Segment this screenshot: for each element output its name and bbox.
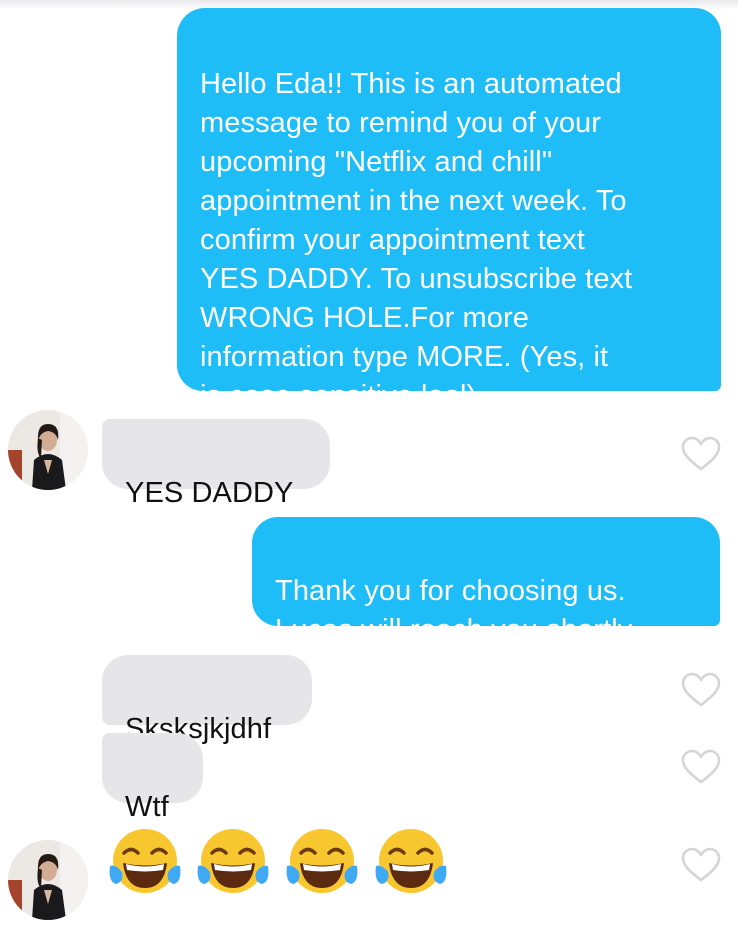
- incoming-message-bubble[interactable]: YES DADDY: [102, 419, 330, 509]
- message-text: Thank you for choosing us. Lucas will re…: [275, 575, 639, 646]
- outgoing-message-bubble[interactable]: Thank you for choosing us. Lucas will re…: [252, 517, 720, 646]
- face-with-tears-of-joy-emoji: [375, 829, 447, 893]
- message-text: YES DADDY: [125, 477, 294, 509]
- incoming-message-bubble[interactable]: Sksksjkjdhf: [102, 655, 312, 745]
- face-with-tears-of-joy-emoji: [109, 829, 181, 893]
- contact-avatar[interactable]: [8, 840, 88, 920]
- face-with-tears-of-joy-emoji: [197, 829, 269, 893]
- incoming-message-bubble[interactable]: Wtf: [102, 733, 203, 823]
- face-with-tears-of-joy-emoji: [286, 829, 358, 893]
- message-text: Hello Eda!! This is an automated message…: [200, 68, 633, 412]
- outgoing-message-bubble[interactable]: Hello Eda!! This is an automated message…: [177, 8, 721, 412]
- heart-outline-icon[interactable]: [681, 436, 721, 472]
- heart-outline-icon[interactable]: [681, 847, 721, 883]
- heart-outline-icon[interactable]: [681, 749, 721, 785]
- message-text: Wtf: [125, 791, 169, 823]
- heart-outline-icon[interactable]: [681, 672, 721, 708]
- contact-avatar[interactable]: [8, 410, 88, 490]
